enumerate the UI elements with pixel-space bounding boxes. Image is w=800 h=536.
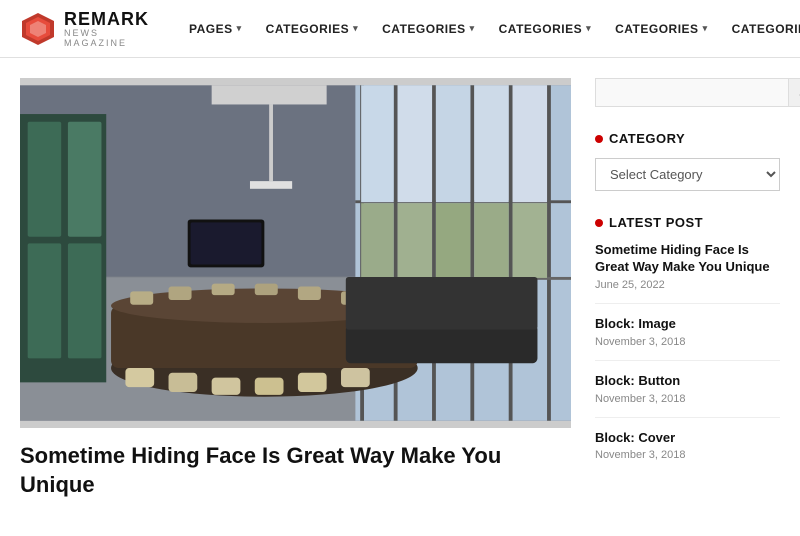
list-item: Block: Cover November 3, 2018: [595, 430, 780, 474]
latest-post-heading: LATEST POST: [595, 215, 780, 230]
nav-item-categories-3[interactable]: CATEGORIES ▾: [489, 0, 601, 58]
nav-item-categories-2[interactable]: CATEGORIES ▾: [372, 0, 484, 58]
header: REMARK NEWS MAGAZINE PAGES ▾ CATEGORIES …: [0, 0, 800, 58]
nav-item-categories-4[interactable]: CATEGORIES ▾: [605, 0, 717, 58]
post-date: November 3, 2018: [595, 336, 780, 348]
post-date: June 25, 2022: [595, 279, 780, 291]
post-title[interactable]: Block: Image: [595, 316, 780, 333]
list-item: Block: Image November 3, 2018: [595, 316, 780, 361]
category-section: CATEGORY Select Category: [595, 131, 780, 191]
post-date: November 3, 2018: [595, 449, 780, 461]
chevron-down-icon: ▾: [470, 23, 475, 34]
right-sidebar: Search CATEGORY Select Category LATEST P…: [595, 78, 780, 499]
nav-item-pages[interactable]: PAGES ▾: [179, 0, 252, 58]
list-item: Sometime Hiding Face Is Great Way Make Y…: [595, 242, 780, 304]
search-button[interactable]: Search: [789, 78, 800, 107]
logo-subtitle: NEWS MAGAZINE: [64, 28, 149, 48]
featured-image: [20, 78, 571, 428]
chevron-down-icon: ▾: [703, 23, 708, 34]
latest-post-section: LATEST POST Sometime Hiding Face Is Grea…: [595, 215, 780, 473]
post-title[interactable]: Block: Cover: [595, 430, 780, 447]
article-title: Sometime Hiding Face Is Great Way Make Y…: [20, 442, 571, 499]
category-dot: [595, 135, 603, 143]
logo[interactable]: REMARK NEWS MAGAZINE: [20, 10, 149, 48]
category-select[interactable]: Select Category: [595, 158, 780, 191]
search-box: Search: [595, 78, 780, 107]
post-date: November 3, 2018: [595, 393, 780, 405]
chevron-down-icon: ▾: [353, 23, 358, 34]
nav-item-categories-5[interactable]: CATEGORIES ▾: [722, 0, 800, 58]
latest-post-dot: [595, 219, 603, 227]
chevron-down-icon: ▾: [237, 23, 242, 34]
nav-item-categories-1[interactable]: CATEGORIES ▾: [256, 0, 368, 58]
category-heading: CATEGORY: [595, 131, 780, 146]
list-item: Block: Button November 3, 2018: [595, 373, 780, 418]
search-input[interactable]: [595, 78, 789, 107]
conference-room-svg: [20, 78, 571, 428]
logo-title: REMARK: [64, 10, 149, 28]
logo-icon: [20, 11, 56, 47]
main-content: Sometime Hiding Face Is Great Way Make Y…: [0, 58, 800, 519]
left-column: Sometime Hiding Face Is Great Way Make Y…: [20, 78, 571, 499]
chevron-down-icon: ▾: [586, 23, 591, 34]
main-nav: PAGES ▾ CATEGORIES ▾ CATEGORIES ▾ CATEGO…: [179, 0, 800, 58]
post-title[interactable]: Block: Button: [595, 373, 780, 390]
post-title[interactable]: Sometime Hiding Face Is Great Way Make Y…: [595, 242, 780, 276]
